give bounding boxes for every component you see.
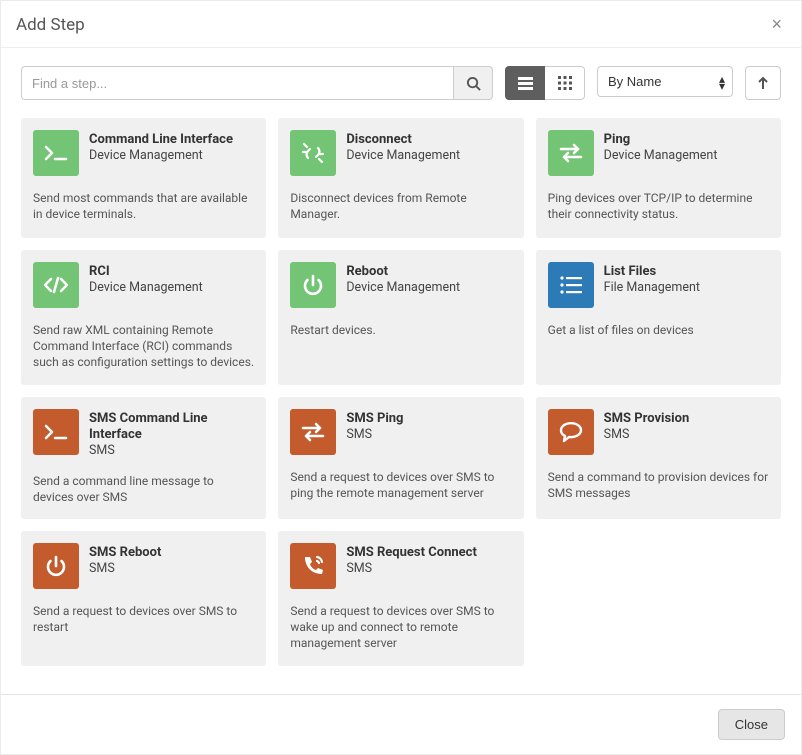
card-description: Send a command to provision devices for … [548, 469, 769, 501]
step-card[interactable]: PingDevice Management Ping devices over T… [536, 118, 781, 238]
swap-icon [290, 409, 336, 455]
card-title: SMS Provision [604, 411, 690, 427]
card-subtitle: SMS [346, 427, 403, 443]
card-titles: SMS ProvisionSMS [604, 409, 690, 443]
card-subtitle: Device Management [346, 280, 460, 296]
power-icon [290, 262, 336, 308]
card-subtitle: SMS [604, 427, 690, 443]
step-card[interactable]: SMS ProvisionSMS Send a command to provis… [536, 397, 781, 520]
close-button[interactable]: Close [718, 709, 785, 740]
view-grid-button[interactable] [545, 66, 585, 100]
card-title: SMS Reboot [89, 545, 161, 561]
sort-select-wrap: By Name ▴▾ [597, 66, 733, 100]
power-icon [33, 543, 79, 589]
card-description: Send raw XML containing Remote Command I… [33, 322, 254, 371]
card-titles: List FilesFile Management [604, 262, 700, 296]
card-description: Send a request to devices over SMS to re… [33, 603, 254, 635]
card-head: List FilesFile Management [548, 262, 769, 308]
card-subtitle: Device Management [346, 148, 460, 164]
card-description: Send a request to devices over SMS to wa… [290, 603, 511, 652]
dialog-header: Add Step × [1, 1, 801, 48]
card-titles: PingDevice Management [604, 130, 718, 164]
step-card[interactable]: SMS Request ConnectSMS Send a request to … [278, 531, 523, 666]
card-head: SMS RebootSMS [33, 543, 254, 589]
step-card[interactable]: DisconnectDevice Management Disconnect de… [278, 118, 523, 238]
card-titles: SMS PingSMS [346, 409, 403, 443]
card-subtitle: Device Management [89, 280, 203, 296]
swap-icon [548, 130, 594, 176]
phone-wave-icon [290, 543, 336, 589]
card-description: Disconnect devices from Remote Manager. [290, 190, 511, 222]
card-head: RebootDevice Management [290, 262, 511, 308]
card-subtitle: Device Management [604, 148, 718, 164]
step-card[interactable]: SMS Command Line InterfaceSMS Send a comm… [21, 397, 266, 520]
card-subtitle: SMS [89, 561, 161, 577]
step-card[interactable]: RebootDevice Management Restart devices. [278, 250, 523, 385]
sort-direction-button[interactable] [745, 66, 781, 100]
arrow-up-icon [757, 76, 769, 90]
card-head: RCIDevice Management [33, 262, 254, 308]
card-titles: Command Line InterfaceDevice Management [89, 130, 233, 164]
card-title: Disconnect [346, 132, 460, 148]
card-head: Command Line InterfaceDevice Management [33, 130, 254, 176]
card-titles: SMS RebootSMS [89, 543, 161, 577]
card-title: RCI [89, 264, 203, 280]
card-title: Command Line Interface [89, 132, 233, 148]
card-description: Send a request to devices over SMS to pi… [290, 469, 511, 501]
card-description: Get a list of files on devices [548, 322, 769, 338]
search-group [21, 66, 493, 100]
terminal-icon [33, 130, 79, 176]
card-head: DisconnectDevice Management [290, 130, 511, 176]
step-card[interactable]: Command Line InterfaceDevice Management S… [21, 118, 266, 238]
card-head: SMS ProvisionSMS [548, 409, 769, 455]
code-icon [33, 262, 79, 308]
search-icon [466, 76, 481, 91]
disconnect-icon [290, 130, 336, 176]
card-title: Reboot [346, 264, 460, 280]
dialog-footer: Close [1, 694, 801, 754]
card-title: SMS Ping [346, 411, 403, 427]
card-description: Restart devices. [290, 322, 511, 338]
card-description: Send a command line message to devices o… [33, 473, 254, 505]
view-list-button[interactable] [505, 66, 545, 100]
step-card[interactable]: SMS RebootSMS Send a request to devices o… [21, 531, 266, 666]
search-button[interactable] [453, 66, 493, 100]
card-title: List Files [604, 264, 700, 280]
card-head: SMS Request ConnectSMS [290, 543, 511, 589]
step-card[interactable]: RCIDevice Management Send raw XML contain… [21, 250, 266, 385]
sort-select[interactable]: By Name [597, 66, 733, 97]
step-card[interactable]: List FilesFile Management Get a list of f… [536, 250, 781, 385]
step-cards-grid: Command Line InterfaceDevice ManagementS… [21, 118, 781, 666]
add-step-dialog: Add Step × [0, 0, 802, 755]
toolbar: By Name ▴▾ [21, 66, 781, 100]
grid-view-icon [558, 76, 572, 90]
card-subtitle: Device Management [89, 148, 233, 164]
card-subtitle: SMS [346, 561, 477, 577]
chat-icon [548, 409, 594, 455]
card-head: PingDevice Management [548, 130, 769, 176]
list-icon [548, 262, 594, 308]
card-subtitle: SMS [89, 443, 254, 459]
list-view-icon [518, 77, 533, 90]
card-titles: DisconnectDevice Management [346, 130, 460, 164]
close-icon[interactable]: × [767, 15, 786, 33]
card-title: SMS Request Connect [346, 545, 477, 561]
card-title: SMS Command Line Interface [89, 411, 254, 444]
card-titles: SMS Request ConnectSMS [346, 543, 477, 577]
card-title: Ping [604, 132, 718, 148]
card-description: Send most commands that are available in… [33, 190, 254, 222]
step-card[interactable]: SMS PingSMS Send a request to devices ove… [278, 397, 523, 520]
card-head: SMS PingSMS [290, 409, 511, 455]
dialog-title: Add Step [16, 15, 85, 35]
card-description: Ping devices over TCP/IP to determine th… [548, 190, 769, 222]
card-titles: RCIDevice Management [89, 262, 203, 296]
view-toggle [505, 66, 585, 100]
card-head: SMS Command Line InterfaceSMS [33, 409, 254, 459]
card-titles: SMS Command Line InterfaceSMS [89, 409, 254, 459]
terminal-icon [33, 409, 79, 455]
card-titles: RebootDevice Management [346, 262, 460, 296]
dialog-body: By Name ▴▾ Command Line InterfaceDevice … [1, 48, 801, 694]
search-input[interactable] [21, 66, 453, 100]
card-subtitle: File Management [604, 280, 700, 296]
